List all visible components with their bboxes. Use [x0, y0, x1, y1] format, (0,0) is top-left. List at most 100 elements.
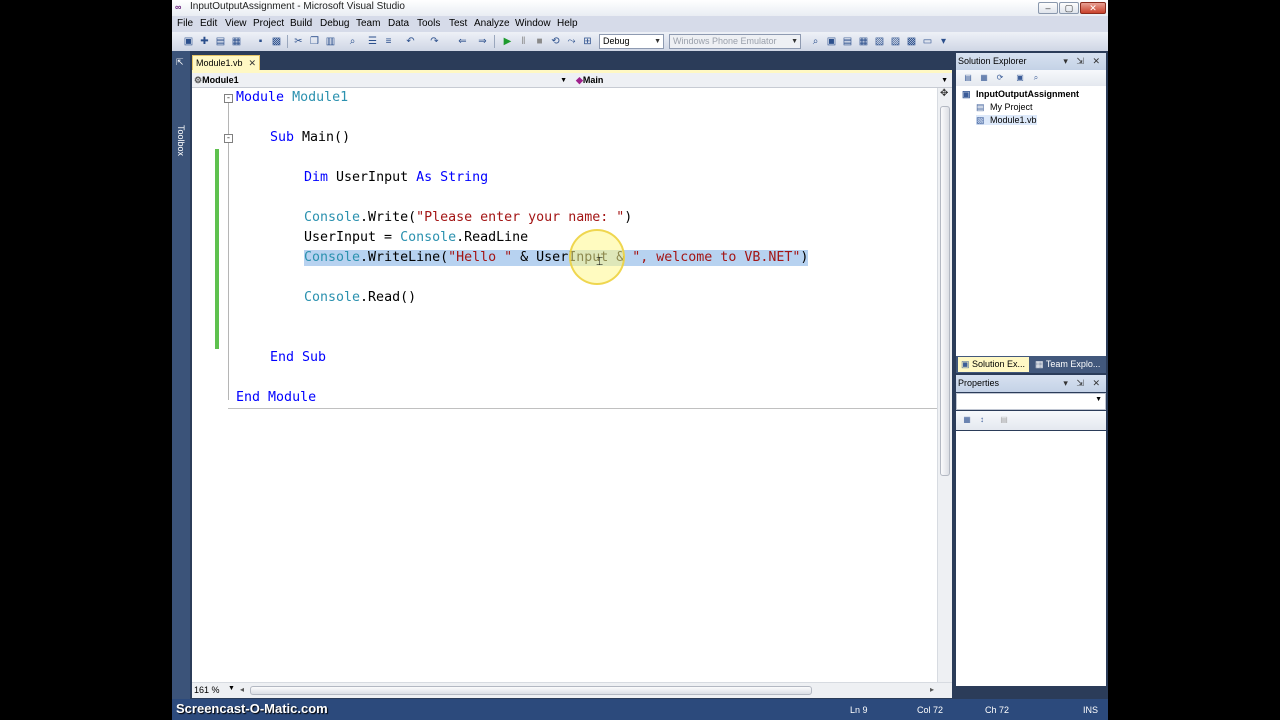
categorized-icon[interactable]: ▦ [961, 414, 973, 426]
property-pages-icon[interactable]: ▤ [998, 414, 1010, 426]
navigate-forward-icon[interactable]: ⇒ [476, 35, 489, 48]
tree-item-module1[interactable]: ▧ Module1.vb [976, 115, 1037, 125]
stop-icon[interactable]: ■ [533, 35, 546, 48]
deploy-target-value: Windows Phone Emulator [673, 36, 777, 46]
show-all-files-icon[interactable]: ▦ [978, 72, 990, 84]
find-in-files-icon[interactable]: ⌕ [809, 35, 822, 48]
menu-data[interactable]: Data [388, 18, 409, 29]
comment-icon[interactable]: ☰ [366, 35, 379, 48]
start-debugging-icon[interactable]: ▶ [501, 35, 514, 48]
deploy-target-select[interactable]: Windows Phone Emulator ▼ [669, 34, 801, 49]
menu-view[interactable]: View [225, 18, 247, 29]
command-window-icon[interactable]: ▭ [921, 35, 934, 48]
tree-item-project[interactable]: ▣ InputOutputAssignment [962, 89, 1079, 99]
tab-solution-explorer[interactable]: ▣ Solution Ex... [958, 357, 1029, 372]
save-all-icon[interactable]: ▩ [270, 35, 283, 48]
tab-team-explorer[interactable]: ▦ Team Explo... [1032, 357, 1106, 372]
scroll-left-icon[interactable]: ◂ [240, 685, 244, 694]
open-folder-icon[interactable]: ▦ [230, 35, 243, 48]
tree-item-my-project[interactable]: ▤ My Project [976, 102, 1033, 112]
code-text: UserInput = [304, 230, 401, 245]
split-icon[interactable]: ✥ [940, 88, 948, 99]
screencast-watermark: Screencast-O-Matic.com [176, 701, 328, 716]
properties-icon[interactable]: ▤ [962, 72, 974, 84]
menu-test[interactable]: Test [449, 18, 467, 29]
view-code-icon[interactable]: ▣ [1014, 72, 1026, 84]
object-browser-icon[interactable]: ▦ [857, 35, 870, 48]
menu-tools[interactable]: Tools [417, 18, 440, 29]
code-editor[interactable]: - - Module Module1 Sub Main() Dim UserIn… [192, 88, 952, 682]
redo-icon[interactable]: ↷ [428, 35, 441, 48]
new-project-icon[interactable]: ▣ [182, 35, 195, 48]
pin-icon[interactable]: ⇱ [176, 57, 184, 68]
member-dropdown[interactable]: ◆Main ▼ [576, 74, 950, 87]
panel-controls[interactable]: ▾ ⇲ ✕ [1063, 375, 1103, 392]
team-icon: ▦ [1035, 359, 1044, 369]
window-title: InputOutputAssignment - Microsoft Visual… [190, 1, 405, 12]
document-tab-module1[interactable]: Module1.vb ✕ [192, 55, 260, 70]
menu-window[interactable]: Window [515, 18, 551, 29]
uncomment-icon[interactable]: ≡ [382, 35, 395, 48]
paste-icon[interactable]: ▥ [324, 35, 337, 48]
status-insert-mode: INS [1083, 705, 1099, 715]
close-button[interactable]: ✕ [1080, 2, 1106, 14]
code-line-5: UserInput = Console.ReadLine [304, 230, 528, 246]
maximize-button[interactable]: ▢ [1059, 2, 1079, 14]
restart-icon[interactable]: ⟲ [549, 35, 562, 48]
collapse-sub-icon[interactable]: - [224, 134, 233, 143]
menu-team[interactable]: Team [356, 18, 380, 29]
menu-project[interactable]: Project [253, 18, 284, 29]
panel-controls[interactable]: ▾ ⇲ ✕ [1063, 53, 1103, 70]
toolbox-strip[interactable]: ⇱ Toolbox [172, 51, 190, 720]
zoom-dropdown-icon[interactable]: ▼ [228, 685, 235, 692]
tree-item-label: My Project [990, 102, 1033, 112]
menu-help[interactable]: Help [557, 18, 578, 29]
properties-toolbar: ▦ ↕ ▤ [956, 411, 1106, 430]
collapse-module-icon[interactable]: - [224, 94, 233, 103]
class-dropdown[interactable]: ⚙Module1 ▼ [194, 74, 569, 87]
properties-object-select[interactable]: ▼ [956, 393, 1106, 410]
horizontal-scroll-thumb[interactable] [250, 686, 812, 695]
find-icon[interactable]: ⌕ [346, 35, 359, 48]
extension-manager-icon[interactable]: ▩ [905, 35, 918, 48]
class-icon: ⚙ [194, 75, 203, 85]
pause-icon[interactable]: ‖ [517, 35, 530, 48]
menu-analyze[interactable]: Analyze [474, 18, 510, 29]
vertical-scroll-thumb[interactable] [940, 106, 950, 476]
attach-icon[interactable]: ⊞ [581, 35, 594, 48]
close-icon[interactable]: ✕ [248, 56, 256, 70]
toolbox-icon[interactable]: ▧ [873, 35, 886, 48]
solution-explorer-tree: ▣ InputOutputAssignment ▤ My Project ▧ Modu… [956, 86, 1106, 356]
menu-edit[interactable]: Edit [200, 18, 217, 29]
code-line-4: Console.Write("Please enter your name: "… [304, 210, 632, 226]
solution-explorer-icon[interactable]: ▣ [825, 35, 838, 48]
toolbox-tab[interactable]: Toolbox [176, 125, 186, 156]
solution-configuration-select[interactable]: Debug ▼ [599, 34, 664, 49]
cut-icon[interactable]: ✂ [292, 35, 305, 48]
class-name: Console [400, 230, 457, 245]
minimize-button[interactable]: – [1038, 2, 1058, 14]
undo-icon[interactable]: ↶ [404, 35, 417, 48]
menu-debug[interactable]: Debug [320, 18, 349, 29]
step-icon[interactable]: ⤳ [565, 35, 578, 48]
keyword: As [416, 170, 433, 185]
view-designer-icon[interactable]: ⌕ [1030, 72, 1042, 84]
refresh-icon[interactable]: ⟳ [994, 72, 1006, 84]
menu-build[interactable]: Build [290, 18, 312, 29]
open-file-icon[interactable]: ▤ [214, 35, 227, 48]
toolbar-options-icon[interactable]: ▾ [937, 35, 950, 48]
add-item-icon[interactable]: ✚ [198, 35, 211, 48]
configuration-value: Debug [603, 36, 630, 46]
zoom-level[interactable]: 161 % [194, 685, 220, 695]
properties-window-icon[interactable]: ▤ [841, 35, 854, 48]
alphabetical-icon[interactable]: ↕ [976, 414, 988, 426]
keyword: Dim [304, 170, 329, 185]
menu-file[interactable]: File [177, 18, 193, 29]
save-icon[interactable]: ▪ [254, 35, 267, 48]
scroll-right-icon[interactable]: ▸ [930, 685, 934, 694]
navigation-bar: ⚙Module1 ▼ ◆Main ▼ [192, 73, 952, 88]
start-page-icon[interactable]: ▨ [889, 35, 902, 48]
navigate-back-icon[interactable]: ⇐ [456, 35, 469, 48]
vertical-scrollbar[interactable]: ✥ [937, 88, 952, 682]
copy-icon[interactable]: ❐ [308, 35, 321, 48]
